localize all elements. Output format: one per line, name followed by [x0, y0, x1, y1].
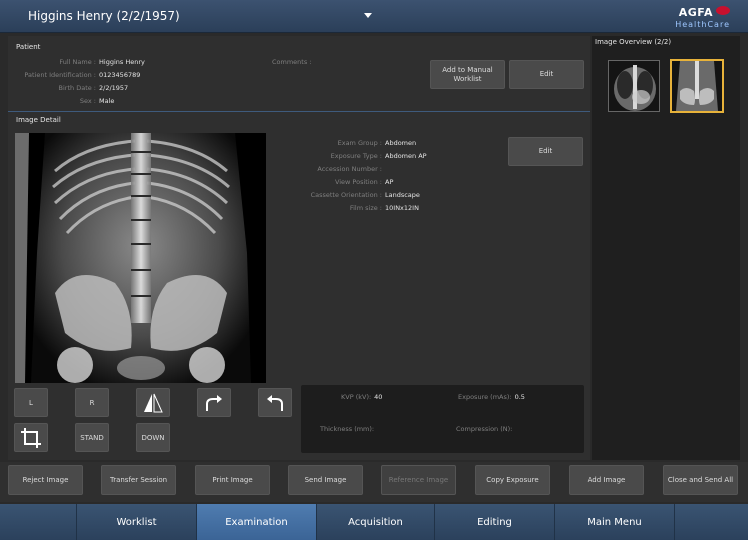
title-bar: Higgins Henry (2/2/1957) AGFA HealthCare — [0, 0, 748, 33]
patient-section-label: Patient — [16, 43, 41, 51]
flip-horizontal-button[interactable] — [136, 388, 170, 417]
thickness-key: Thickness (mm): — [320, 425, 375, 433]
field-key: Exam Group : — [337, 139, 382, 147]
stand-button[interactable]: STAND — [75, 423, 109, 452]
exposure-key: Exposure (mAs): — [458, 393, 512, 401]
exam-group: Exam Group : Abdomen — [300, 139, 417, 147]
exposure-params-panel: KVP (kV): 40 Exposure (mAs): 0.5 Thickness… — [301, 385, 584, 453]
kvp-key: KVP (kV): — [341, 393, 372, 401]
right-marker-button[interactable]: R — [75, 388, 109, 417]
field-value: 0123456789 — [99, 71, 141, 79]
thickness-label: Thickness (mm): — [320, 425, 377, 433]
image-overview-label: Image Overview (2/2) — [595, 38, 672, 46]
agfa-logo: AGFA HealthCare — [675, 6, 730, 29]
field-key: Full Name : — [59, 58, 96, 66]
left-marker-button[interactable]: L — [14, 388, 48, 417]
field-key: Film size : — [349, 204, 382, 212]
field-value: Higgins Henry — [99, 58, 145, 66]
field-key: Sex : — [79, 97, 96, 105]
patient-title[interactable]: Higgins Henry (2/2/1957) — [28, 9, 180, 23]
field-key: Accession Number : — [317, 165, 382, 173]
chevron-down-icon[interactable] — [364, 13, 372, 18]
kvp-value: 40 — [374, 393, 383, 401]
down-button[interactable]: DOWN — [136, 423, 170, 452]
cassette-orientation: Cassette Orientation : Landscape — [300, 191, 420, 199]
field-key: Patient Identification : — [24, 71, 96, 79]
field-value: 2/2/1957 — [99, 84, 129, 92]
logo-subtext: HealthCare — [675, 20, 730, 29]
image-edit-button[interactable]: Edit — [508, 137, 583, 166]
print-image-button[interactable]: Print Image — [195, 465, 270, 495]
view-position: View Position : AP — [300, 178, 393, 186]
reject-image-button[interactable]: Reject Image — [8, 465, 83, 495]
flip-horizontal-icon — [144, 393, 163, 412]
image-overview-panel: Image Overview (2/2) — [592, 36, 740, 460]
logo-text: AGFA — [678, 6, 713, 19]
crop-button[interactable] — [14, 423, 48, 452]
nav-editing[interactable]: Editing — [434, 504, 554, 540]
rotate-left-button[interactable] — [258, 388, 292, 417]
rotate-right-icon — [206, 394, 222, 411]
action-bar: Reject Image Transfer Session Print Imag… — [0, 462, 748, 502]
patient-sex: Sex : Male — [16, 97, 115, 105]
nav-worklist[interactable]: Worklist — [76, 504, 196, 540]
field-value: Abdomen — [385, 139, 417, 147]
field-value: AP — [385, 178, 394, 186]
exposure-type: Exposure Type : Abdomen AP — [300, 152, 427, 160]
add-image-button[interactable]: Add Image — [569, 465, 644, 495]
field-value: 10INx12IN — [385, 204, 419, 212]
field-key: Cassette Orientation : — [310, 191, 382, 199]
copy-exposure-button[interactable]: Copy Exposure — [475, 465, 550, 495]
rotate-right-button[interactable] — [197, 388, 231, 417]
reference-image-button[interactable]: Reference Image — [381, 465, 456, 495]
nav-acquisition[interactable]: Acquisition — [316, 504, 434, 540]
image-detail-section-label: Image Detail — [16, 116, 61, 124]
send-image-button[interactable]: Send Image — [288, 465, 363, 495]
xray-image[interactable] — [15, 133, 266, 383]
nav-spacer — [674, 504, 748, 540]
field-value: Landscape — [385, 191, 420, 199]
patient-fullname: Full Name : Higgins Henry — [16, 58, 145, 66]
compression-label: Compression (N): — [456, 425, 515, 433]
thumbnail-abdomen-selected[interactable] — [670, 59, 724, 113]
thumbnail-chest[interactable] — [608, 60, 660, 112]
field-key: Exposure Type : — [330, 152, 382, 160]
transfer-session-button[interactable]: Transfer Session — [101, 465, 176, 495]
patient-birthdate: Birth Date :2/2/1957 — [16, 84, 129, 92]
nav-main-menu[interactable]: Main Menu — [554, 504, 674, 540]
nav-examination[interactable]: Examination — [196, 504, 316, 540]
kvp-label: KVP (kV): 40 — [341, 393, 382, 401]
add-to-manual-worklist-button[interactable]: Add to Manual Worklist — [430, 60, 505, 89]
patient-edit-button[interactable]: Edit — [509, 60, 584, 89]
agfa-rhombus-icon — [716, 6, 730, 15]
exposure-label: Exposure (mAs): 0.5 — [458, 393, 525, 401]
close-and-send-all-button[interactable]: Close and Send All — [663, 465, 738, 495]
accession-number: Accession Number : — [300, 165, 385, 173]
field-value: Abdomen AP — [385, 152, 427, 160]
field-value: Male — [99, 97, 115, 105]
field-key: View Position : — [334, 178, 382, 186]
rotate-left-icon — [267, 394, 283, 411]
crop-icon — [21, 427, 41, 448]
comments-label: Comments : — [272, 58, 312, 66]
compression-key: Compression (N): — [456, 425, 513, 433]
section-divider — [8, 111, 590, 112]
bottom-nav: Worklist Examination Acquisition Editing… — [0, 504, 748, 540]
exposure-value: 0.5 — [514, 393, 525, 401]
patient-id: Patient Identification :0123456789 — [16, 71, 140, 79]
field-key: Birth Date : — [58, 84, 96, 92]
film-size: Film size :10INx12IN — [300, 204, 419, 212]
